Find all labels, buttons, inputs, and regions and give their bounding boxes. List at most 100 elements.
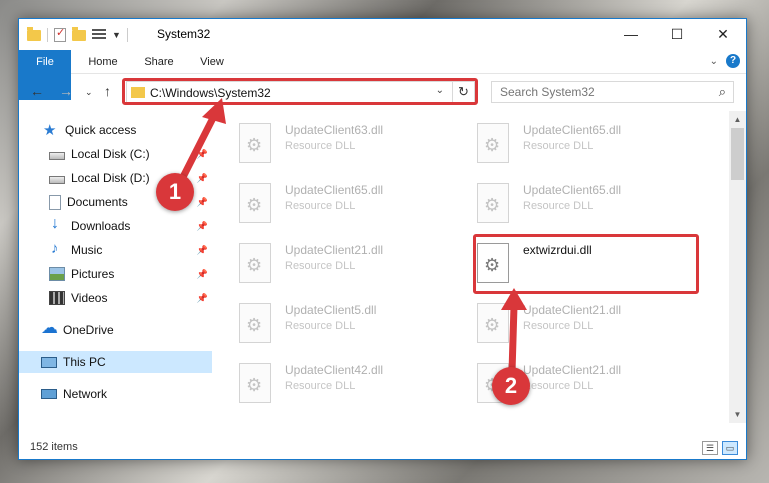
file-type: Resource DLL	[523, 380, 594, 392]
file-type: Resource DLL	[523, 200, 594, 212]
search-box[interactable]: ⌕	[491, 81, 734, 103]
download-icon	[49, 215, 65, 233]
pin-icon[interactable]: 📌	[197, 197, 208, 208]
scroll-up-icon[interactable]: ▲	[729, 111, 746, 128]
view-options-icon[interactable]	[92, 29, 106, 41]
close-button[interactable]: ✕	[700, 19, 746, 49]
sidebar-item-label: Local Disk (D:)	[71, 171, 150, 185]
file-name: UpdateClient65.dll	[523, 123, 622, 137]
file-type: Resource DLL	[523, 140, 594, 152]
minimize-button[interactable]: —	[608, 19, 654, 49]
pin-icon[interactable]: 📌	[197, 173, 208, 184]
dll-file-icon	[477, 123, 509, 163]
dll-file-icon	[239, 183, 271, 223]
pin-icon[interactable]: 📌	[197, 221, 208, 232]
sidebar-item-this-pc[interactable]: This PC	[19, 351, 212, 373]
scroll-down-icon[interactable]: ▼	[729, 406, 746, 423]
file-item[interactable]: UpdateClient65.dll Resource DLL	[467, 119, 693, 169]
videos-icon	[49, 291, 65, 305]
sidebar-item-downloads[interactable]: Downloads 📌	[19, 215, 212, 237]
file-name: UpdateClient21.dll	[523, 363, 622, 377]
pictures-icon	[49, 267, 65, 281]
sidebar-item-quick-access[interactable]: Quick access	[19, 119, 212, 141]
toolbar-divider	[126, 28, 128, 42]
sidebar-item-local-disk-c[interactable]: Local Disk (C:) 📌	[19, 143, 212, 165]
sidebar-item-label: Pictures	[71, 267, 115, 281]
ribbon-tabs: File Home Share View ⌄ ?	[19, 50, 746, 100]
file-highlight	[473, 234, 699, 294]
recent-locations-chevron-icon[interactable]: ⌄	[85, 87, 93, 98]
file-item[interactable]: UpdateClient65.dll Resource DLL	[467, 179, 693, 229]
help-icon[interactable]: ?	[726, 54, 740, 68]
file-type: Resource DLL	[285, 260, 356, 272]
dll-file-icon	[477, 183, 509, 223]
file-name: UpdateClient65.dll	[523, 183, 622, 197]
pin-icon[interactable]: 📌	[197, 245, 208, 256]
sidebar-item-label: Local Disk (C:)	[71, 147, 150, 161]
sidebar-item-label: Quick access	[65, 123, 137, 137]
new-folder-icon[interactable]	[72, 26, 86, 41]
title-bar: ▼ System32 — ☐ ✕	[19, 19, 746, 50]
file-type: Resource DLL	[285, 200, 356, 212]
sidebar-item-onedrive[interactable]: OneDrive	[19, 318, 212, 341]
details-view-icon[interactable]: ☰	[702, 441, 718, 455]
file-name: UpdateClient21.dll	[285, 243, 384, 257]
customize-toolbar-dropdown-icon[interactable]: ▼	[112, 30, 121, 40]
item-count: 152 items	[30, 441, 78, 453]
dll-file-icon	[239, 123, 271, 163]
toolbar-divider	[47, 28, 48, 42]
tab-view[interactable]: View	[191, 50, 233, 74]
file-name: UpdateClient21.dll	[523, 303, 622, 317]
file-item[interactable]: UpdateClient21.dll Resource DLL	[467, 299, 693, 349]
address-bar-highlight	[122, 78, 478, 105]
file-item[interactable]: UpdateClient42.dll Resource DLL	[229, 359, 455, 409]
file-name: UpdateClient5.dll	[285, 303, 377, 317]
expand-ribbon-icon[interactable]: ⌄	[710, 56, 718, 67]
maximize-button[interactable]: ☐	[654, 19, 700, 49]
drive-icon	[49, 151, 65, 160]
file-name: UpdateClient65.dll	[285, 183, 384, 197]
sidebar-item-music[interactable]: Music 📌	[19, 239, 212, 261]
dll-file-icon	[239, 363, 271, 403]
sidebar-item-label: Videos	[71, 291, 108, 305]
up-arrow-icon[interactable]: ↑	[104, 83, 111, 99]
window-controls: — ☐ ✕	[608, 19, 746, 49]
dll-file-icon	[239, 243, 271, 283]
pin-icon[interactable]: 📌	[197, 269, 208, 280]
file-item[interactable]: UpdateClient5.dll Resource DLL	[229, 299, 455, 349]
file-type: Resource DLL	[285, 380, 356, 392]
file-name: UpdateClient63.dll	[285, 123, 384, 137]
file-item[interactable]: UpdateClient65.dll Resource DLL	[229, 179, 455, 229]
scrollbar-thumb[interactable]	[731, 128, 744, 180]
search-icon: ⌕	[718, 84, 726, 99]
file-item[interactable]: UpdateClient21.dll Resource DLL	[229, 239, 455, 289]
sidebar-item-label: OneDrive	[63, 323, 114, 337]
file-type: Resource DLL	[285, 320, 356, 332]
forward-arrow-icon[interactable]: →	[59, 83, 73, 99]
sidebar-item-label: Downloads	[71, 219, 131, 233]
folder-icon	[27, 26, 41, 41]
status-bar: 152 items ☰ ▭	[19, 439, 746, 459]
sidebar-item-label: Documents	[67, 195, 128, 209]
vertical-scrollbar[interactable]: ▲ ▼	[729, 111, 746, 423]
sidebar-item-label: This PC	[63, 355, 106, 369]
cloud-icon	[41, 318, 58, 338]
drive-icon	[49, 175, 65, 184]
sidebar-item-label: Network	[63, 387, 108, 401]
sidebar-item-network[interactable]: Network	[19, 383, 212, 405]
file-item[interactable]: UpdateClient63.dll Resource DLL	[229, 119, 455, 169]
documents-icon	[49, 194, 61, 210]
pin-icon[interactable]: 📌	[197, 293, 208, 304]
tab-home[interactable]: Home	[79, 50, 127, 74]
navigation-pane: Quick access Local Disk (C:) 📌 Local Dis…	[19, 111, 212, 423]
large-icons-view-icon[interactable]: ▭	[722, 441, 738, 455]
pin-icon[interactable]: 📌	[197, 149, 208, 160]
computer-icon	[41, 357, 57, 368]
properties-icon[interactable]	[54, 26, 66, 42]
file-type: Resource DLL	[285, 140, 356, 152]
back-arrow-icon[interactable]: ←	[30, 83, 44, 99]
sidebar-item-videos[interactable]: Videos 📌	[19, 287, 212, 309]
tab-share[interactable]: Share	[135, 50, 183, 74]
search-input[interactable]	[492, 82, 702, 102]
sidebar-item-pictures[interactable]: Pictures 📌	[19, 263, 212, 285]
